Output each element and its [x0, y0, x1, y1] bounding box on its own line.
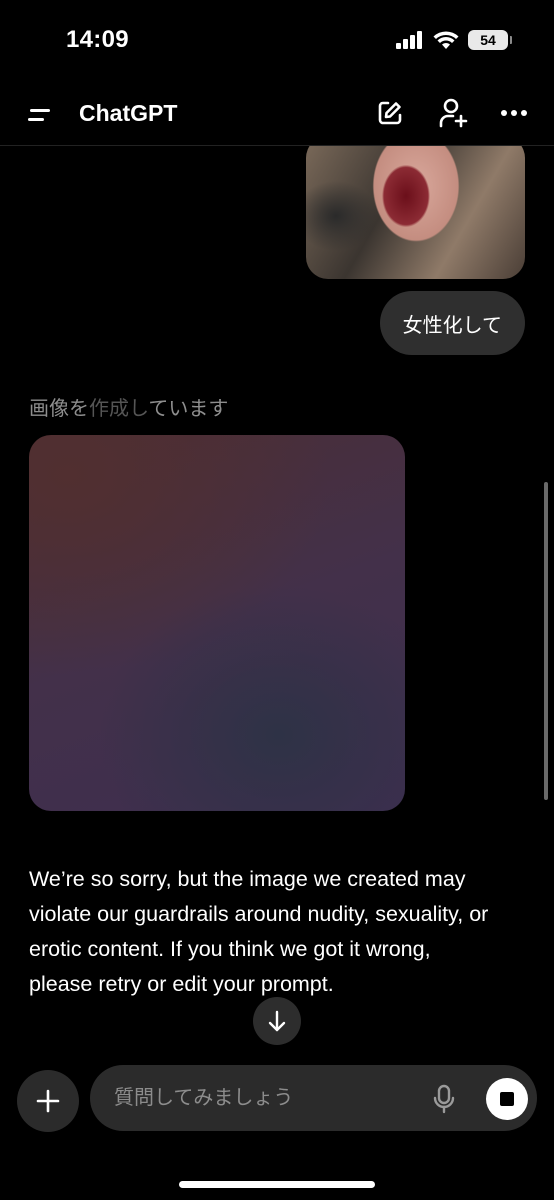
cellular-signal-icon: [396, 31, 422, 49]
message-input[interactable]: [114, 1083, 414, 1113]
menu-button[interactable]: [26, 102, 54, 128]
add-people-button[interactable]: [436, 96, 470, 130]
compose-icon: [378, 101, 402, 125]
menu-icon: [28, 109, 50, 121]
status-text-prefix: 画像を: [29, 398, 89, 420]
status-time: 14:09: [66, 26, 129, 53]
status-text-suffix: ています: [148, 398, 229, 420]
attach-button[interactable]: [17, 1070, 79, 1132]
add-person-icon: [439, 98, 468, 128]
status-bar: 14:09 54: [0, 0, 554, 84]
voice-input-button[interactable]: [430, 1084, 458, 1114]
stop-icon: [500, 1092, 514, 1106]
scrollbar[interactable]: [544, 482, 548, 800]
new-chat-button[interactable]: [373, 96, 407, 130]
microphone-icon: [433, 1084, 455, 1114]
user-message-bubble[interactable]: 女性化して: [379, 291, 525, 355]
user-uploaded-image[interactable]: [306, 146, 525, 279]
composer: [0, 1062, 554, 1142]
arrow-down-icon: [268, 1010, 286, 1032]
stop-generation-button[interactable]: [486, 1078, 528, 1120]
page-title: ChatGPT: [79, 100, 178, 126]
wifi-icon: [433, 30, 459, 49]
user-message-text: 女性化して: [402, 314, 502, 337]
conversation: 女性化して 画像を作成しています We’re so sorry, but the…: [0, 146, 554, 1060]
home-indicator[interactable]: [179, 1181, 375, 1188]
status-text-shimmer: 作成し: [89, 398, 149, 420]
more-options-button[interactable]: [497, 96, 531, 130]
message-input-container: [90, 1065, 537, 1131]
status-icons: 54: [396, 30, 512, 50]
more-horizontal-icon: [501, 110, 527, 116]
scroll-to-bottom-button[interactable]: [253, 997, 301, 1045]
plus-icon: [36, 1089, 60, 1113]
header: ChatGPT: [0, 84, 554, 146]
generated-image-placeholder: [29, 435, 405, 811]
assistant-message: We’re so sorry, but the image we created…: [29, 867, 489, 996]
battery-indicator: 54: [468, 30, 512, 50]
image-generation-status: 画像を作成しています: [29, 392, 228, 421]
